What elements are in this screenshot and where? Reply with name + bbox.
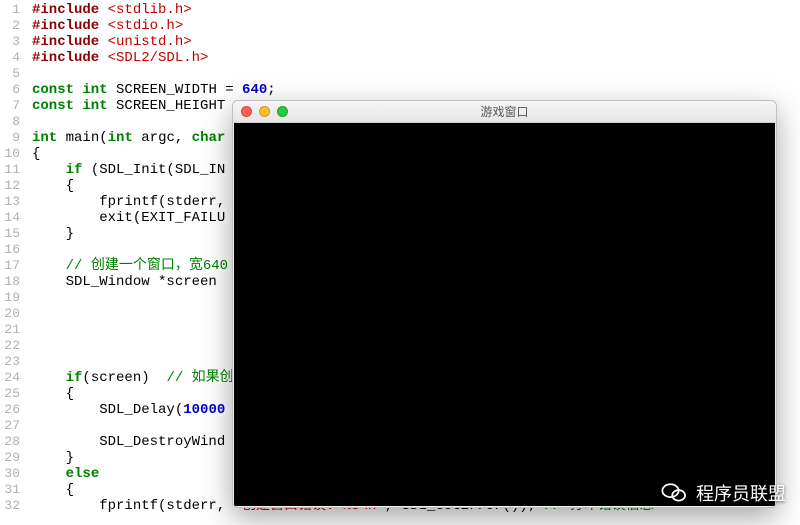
token-cmt: // 创建一个窗口，宽640 (66, 258, 228, 274)
token-kw: const int (32, 98, 108, 114)
token-kw: else (66, 466, 100, 482)
line-number: 21 (4, 322, 20, 338)
token-text (32, 258, 66, 274)
line-number: 13 (4, 194, 20, 210)
line-number: 23 (4, 354, 20, 370)
line-number: 28 (4, 434, 20, 450)
code-line[interactable]: #include <SDL2/SDL.h> (32, 50, 800, 66)
line-number: 12 (4, 178, 20, 194)
line-number: 27 (4, 418, 20, 434)
token-text: ; (267, 82, 275, 98)
line-number: 24 (4, 370, 20, 386)
token-kw: if (66, 370, 83, 386)
line-number: 22 (4, 338, 20, 354)
token-text: exit(EXIT_FAILU (32, 210, 225, 226)
token-kw: if (66, 162, 83, 178)
token-ang: <SDL2/SDL.h> (108, 50, 209, 66)
token-text: { (32, 482, 74, 498)
token-text: fprintf(stderr, (32, 498, 234, 514)
token-kw: char (192, 130, 226, 146)
token-pp: #include (32, 34, 108, 50)
line-number: 16 (4, 242, 20, 258)
token-text: { (32, 146, 40, 162)
token-text: SCREEN_WIDTH = (108, 82, 242, 98)
line-number: 1 (4, 2, 20, 18)
token-text: SDL_Window *screen (32, 274, 217, 290)
line-number: 26 (4, 402, 20, 418)
token-text: main( (57, 130, 107, 146)
token-text: SDL_DestroyWind (32, 434, 225, 450)
token-text: fprintf(stderr, (32, 194, 225, 210)
zoom-icon[interactable] (277, 106, 288, 117)
token-ang: <stdio.h> (108, 18, 184, 34)
line-number: 6 (4, 82, 20, 98)
token-text: argc, (133, 130, 192, 146)
token-kw: int (108, 130, 133, 146)
line-number: 29 (4, 450, 20, 466)
token-text (32, 162, 66, 178)
code-line[interactable]: #include <stdio.h> (32, 18, 800, 34)
close-icon[interactable] (241, 106, 252, 117)
line-number: 11 (4, 162, 20, 178)
line-number-gutter: 1234567891011121314151617181920212223242… (0, 0, 28, 525)
line-number: 2 (4, 18, 20, 34)
line-number: 15 (4, 226, 20, 242)
token-text: } (32, 450, 74, 466)
token-text: } (32, 226, 74, 242)
token-text: SCREEN_HEIGHT (108, 98, 226, 114)
line-number: 10 (4, 146, 20, 162)
line-number: 30 (4, 466, 20, 482)
token-text: { (32, 178, 74, 194)
minimize-icon[interactable] (259, 106, 270, 117)
line-number: 18 (4, 274, 20, 290)
code-line[interactable]: #include <stdlib.h> (32, 2, 800, 18)
token-text: { (32, 386, 74, 402)
token-text (32, 466, 66, 482)
token-ang: <unistd.h> (108, 34, 192, 50)
code-line[interactable] (32, 66, 800, 82)
line-number: 8 (4, 114, 20, 130)
code-line[interactable]: const int SCREEN_WIDTH = 640; (32, 82, 800, 98)
token-num: 640 (242, 82, 267, 98)
line-number: 7 (4, 98, 20, 114)
line-number: 9 (4, 130, 20, 146)
line-number: 20 (4, 306, 20, 322)
titlebar[interactable]: 游戏窗口 (233, 101, 776, 123)
token-kw: int (32, 130, 57, 146)
window-content (234, 123, 775, 506)
line-number: 25 (4, 386, 20, 402)
token-kw: const int (32, 82, 108, 98)
token-text: SDL_Delay( (32, 402, 183, 418)
token-ang: <stdlib.h> (108, 2, 192, 18)
token-num: 10000 (183, 402, 225, 418)
line-number: 31 (4, 482, 20, 498)
window-title: 游戏窗口 (233, 103, 776, 120)
line-number: 19 (4, 290, 20, 306)
traffic-lights (241, 106, 288, 117)
token-text (32, 370, 66, 386)
line-number: 17 (4, 258, 20, 274)
token-pp: #include (32, 50, 108, 66)
token-pp: #include (32, 2, 108, 18)
code-line[interactable]: #include <unistd.h> (32, 34, 800, 50)
line-number: 32 (4, 498, 20, 514)
token-cmt: // 如果创 (166, 370, 233, 386)
line-number: 5 (4, 66, 20, 82)
token-text: (screen) (82, 370, 166, 386)
line-number: 14 (4, 210, 20, 226)
line-number: 4 (4, 50, 20, 66)
token-text: (SDL_Init(SDL_IN (82, 162, 225, 178)
sdl-window[interactable]: 游戏窗口 (232, 100, 777, 508)
line-number: 3 (4, 34, 20, 50)
token-pp: #include (32, 18, 108, 34)
